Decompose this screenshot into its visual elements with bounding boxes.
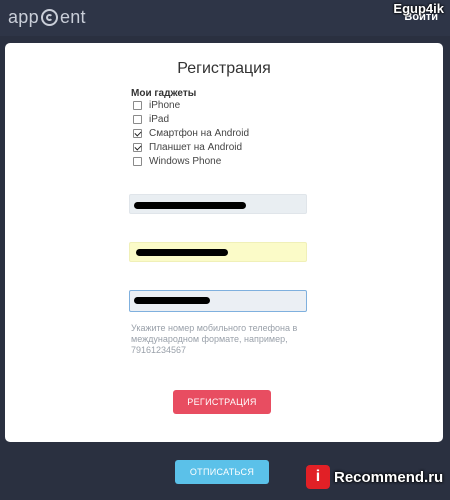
redaction-scribble: [134, 297, 210, 304]
phone-input[interactable]: [129, 290, 307, 312]
recommend-text: Recommend.ru: [334, 468, 444, 486]
logo-text-right: ent: [59, 6, 86, 27]
redaction-scribble: [134, 202, 246, 209]
author-watermark: Egup4ik: [393, 1, 444, 16]
checkbox[interactable]: [133, 100, 142, 110]
gadget-label: Планшет на Android: [149, 141, 243, 153]
checkbox-checked[interactable]: [133, 128, 142, 138]
gadget-option-android-tablet[interactable]: Планшет на Android: [133, 140, 242, 154]
name-input[interactable]: [129, 194, 307, 214]
gadget-label: Смартфон на Android: [149, 127, 249, 139]
gadget-option-ipad[interactable]: iPad: [133, 112, 169, 126]
page-title: Регистрация: [177, 60, 271, 77]
top-bar: app ent Войти Egup4ik: [0, 0, 450, 36]
gadget-label: iPhone: [149, 99, 181, 111]
gadget-option-android-phone[interactable]: Смартфон на Android: [133, 126, 249, 140]
app-logo[interactable]: app ent: [8, 6, 86, 28]
registration-card: Регистрация Мои гаджеты iPhone iPad Смар…: [5, 43, 443, 442]
gadget-option-windows-phone[interactable]: Windows Phone: [133, 154, 221, 168]
checkbox[interactable]: [133, 114, 142, 124]
recommend-logo-icon: i: [306, 465, 330, 489]
logo-text-left: app: [8, 6, 39, 27]
coin-icon: [40, 8, 58, 26]
checkbox-checked[interactable]: [133, 142, 142, 152]
checkbox[interactable]: [133, 156, 142, 166]
gadget-label: iPad: [149, 113, 170, 125]
phone-hint: Укажите номер мобильного телефона в межд…: [131, 323, 298, 355]
recommend-watermark: i Recommend.ru: [296, 458, 448, 496]
gadget-option-iphone[interactable]: iPhone: [133, 98, 180, 112]
gadget-label: Windows Phone: [149, 155, 222, 167]
email-input[interactable]: [129, 242, 307, 262]
redaction-scribble: [136, 249, 228, 256]
unsubscribe-button[interactable]: ОТПИСАТЬСЯ: [175, 460, 269, 484]
register-button[interactable]: РЕГИСТРАЦИЯ: [173, 390, 271, 414]
